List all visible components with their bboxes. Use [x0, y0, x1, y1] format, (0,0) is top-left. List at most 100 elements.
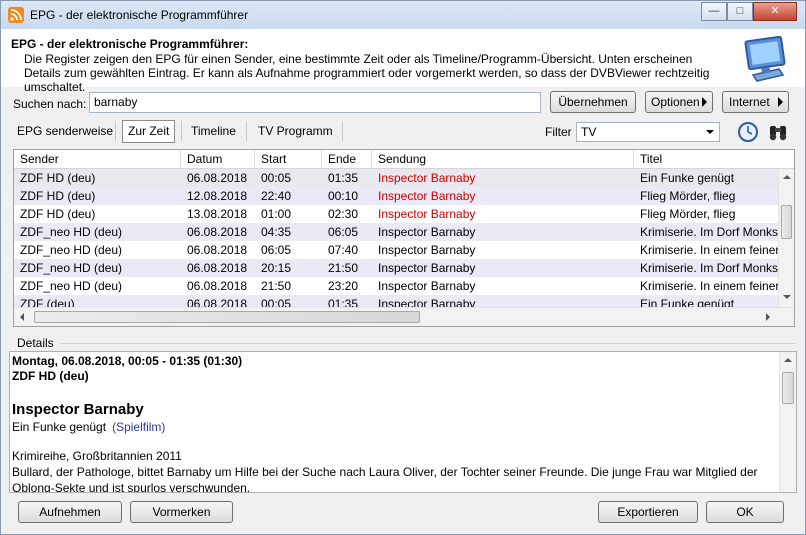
clock-icon[interactable] — [737, 121, 759, 143]
cell-titel: Krimiserie. In einem feiner — [640, 279, 778, 293]
column-header-datum[interactable]: Datum — [181, 150, 255, 169]
results-table: Sender Datum Start Ende Sendung Titel ZD… — [13, 149, 795, 327]
cell-titel: Flieg Mörder, flieg — [640, 207, 736, 221]
table-horizontal-scrollbar[interactable] — [14, 307, 794, 326]
tab-zur-zeit[interactable]: Zur Zeit — [122, 120, 176, 143]
search-label: Suchen nach: — [13, 97, 87, 111]
scroll-up-icon[interactable] — [783, 175, 791, 179]
detail-meta: Krimireihe, Großbritannien 2011 — [12, 449, 182, 463]
arrow-right-icon — [702, 97, 707, 107]
scroll-right-icon[interactable] — [766, 313, 770, 321]
table-row[interactable]: ZDF_neo HD (deu) 06.08.2018 04:35 06:05 Insp… — [14, 223, 778, 241]
tab-epg-senderweise[interactable]: EPG senderweise — [17, 119, 113, 143]
table-row[interactable]: ZDF HD (deu) 12.08.2018 22:40 00:10 Inspecto… — [14, 187, 778, 205]
binoculars-icon[interactable] — [767, 121, 789, 143]
header-description: EPG - der elektronische Programmführer: … — [1, 29, 805, 94]
chevron-down-icon — [706, 130, 714, 134]
cell-start: 22:40 — [261, 189, 292, 203]
scroll-left-icon[interactable] — [20, 313, 24, 321]
tab-separator — [342, 121, 343, 141]
header-title: EPG - der elektronische Programmführer: — [11, 37, 249, 51]
filter-label: Filter — [545, 125, 572, 139]
cell-ende: 07:40 — [328, 243, 359, 257]
tab-timeline[interactable]: Timeline — [191, 119, 236, 143]
epg-window: EPG - der elektronische Programmführer —… — [0, 0, 806, 535]
cell-sendung: Inspector Barnaby — [378, 225, 476, 239]
cell-start: 20:15 — [261, 261, 292, 275]
arrow-right-icon — [778, 97, 783, 107]
cell-datum: 06.08.2018 — [187, 171, 248, 185]
internet-button[interactable]: Internet — [722, 91, 789, 113]
export-button[interactable]: Exportieren — [598, 501, 698, 523]
cell-ende: 01:35 — [328, 171, 359, 185]
apply-button[interactable]: Übernehmen — [550, 91, 636, 113]
monitor-icon — [739, 35, 791, 86]
cell-sender: ZDF HD (deu) — [20, 189, 96, 203]
table-row[interactable]: ZDF HD (deu) 06.08.2018 00:05 01:35 Inspecto… — [14, 169, 778, 187]
table-scroll-thumb[interactable] — [781, 205, 792, 239]
detail-date-line: Montag, 06.08.2018, 00:05 - 01:35 (01:30… — [12, 354, 243, 368]
cell-sender: ZDF_neo HD (deu) — [20, 225, 123, 239]
bookmark-button[interactable]: Vormerken — [130, 501, 233, 523]
cell-sendung: Inspector Barnaby — [378, 261, 476, 275]
cell-start: 06:05 — [261, 243, 292, 257]
table-row[interactable]: ZDF_neo HD (deu) 06.08.2018 20:15 21:50 Insp… — [14, 259, 778, 277]
cell-sendung: Inspector Barnaby — [378, 207, 476, 221]
cell-ende: 21:50 — [328, 261, 359, 275]
column-header-sendung[interactable]: Sendung — [372, 150, 634, 169]
scroll-down-icon[interactable] — [783, 295, 791, 299]
details-vertical-scrollbar[interactable] — [779, 352, 796, 492]
scroll-up-icon[interactable] — [784, 358, 792, 362]
detail-subtitle-line: Ein Funke genügt (Spielfilm) — [12, 420, 165, 434]
detail-description: Bullard, der Pathologe, bittet Barnaby u… — [12, 465, 758, 493]
table-header: Sender Datum Start Ende Sendung Titel — [14, 150, 794, 169]
cell-ende: 02:30 — [328, 207, 359, 221]
column-header-sender[interactable]: Sender — [14, 150, 181, 169]
detail-genre: (Spielfilm) — [112, 420, 166, 434]
maximize-button[interactable]: □ — [727, 2, 753, 21]
cell-datum: 06.08.2018 — [187, 261, 248, 275]
table-row[interactable]: ZDF_neo HD (deu) 06.08.2018 06:05 07:40 Insp… — [14, 241, 778, 259]
filter-selected-value: TV — [581, 125, 597, 139]
window-title: EPG - der elektronische Programmführer — [30, 8, 249, 22]
header-text: Die Register zeigen den EPG für einen Se… — [24, 52, 710, 94]
internet-button-label: Internet — [729, 95, 770, 109]
filter-select[interactable]: TV — [576, 122, 720, 142]
close-button[interactable]: ✕ — [753, 2, 797, 21]
cell-sender: ZDF HD (deu) — [20, 171, 96, 185]
title-bar: EPG - der elektronische Programmführer —… — [1, 1, 805, 29]
tab-separator — [181, 121, 182, 141]
options-button[interactable]: Optionen — [645, 91, 713, 113]
column-header-start[interactable]: Start — [255, 150, 322, 169]
cell-start: 00:05 — [261, 171, 292, 185]
cell-start: 21:50 — [261, 279, 292, 293]
details-divider — [61, 343, 795, 344]
column-header-titel[interactable]: Titel — [634, 150, 794, 169]
tab-separator — [115, 121, 116, 141]
cell-datum: 06.08.2018 — [187, 279, 248, 293]
table-hscroll-thumb[interactable] — [34, 311, 420, 323]
table-row[interactable]: ZDF HD (deu) 13.08.2018 01:00 02:30 Inspecto… — [14, 205, 778, 223]
table-row[interactable]: ZDF_neo HD (deu) 06.08.2018 21:50 23:20 Insp… — [14, 277, 778, 295]
details-scroll-thumb[interactable] — [782, 372, 794, 404]
cell-sendung: Inspector Barnaby — [378, 189, 476, 203]
column-header-ende[interactable]: Ende — [322, 150, 372, 169]
tab-tv-programm[interactable]: TV Programm — [258, 119, 333, 143]
cell-start: 01:00 — [261, 207, 292, 221]
cell-titel: Ein Funke genügt — [640, 171, 735, 185]
cell-titel: Krimiserie. Im Dorf Monks — [640, 225, 778, 239]
search-input[interactable]: barnaby — [89, 92, 541, 113]
details-panel: Montag, 06.08.2018, 00:05 - 01:35 (01:30… — [9, 351, 797, 493]
options-button-label: Optionen — [651, 95, 700, 109]
ok-button[interactable]: OK — [706, 501, 784, 523]
cell-sendung: Inspector Barnaby — [378, 243, 476, 257]
detail-channel: ZDF HD (deu) — [12, 369, 89, 383]
tab-separator — [246, 121, 247, 141]
cell-datum: 06.08.2018 — [187, 243, 248, 257]
table-vertical-scrollbar[interactable] — [778, 169, 794, 307]
detail-title: Inspector Barnaby — [12, 401, 144, 418]
cell-ende: 23:20 — [328, 279, 359, 293]
cell-titel: Krimiserie. Im Dorf Monks — [640, 261, 778, 275]
record-button[interactable]: Aufnehmen — [18, 501, 122, 523]
minimize-button[interactable]: — — [701, 2, 727, 21]
